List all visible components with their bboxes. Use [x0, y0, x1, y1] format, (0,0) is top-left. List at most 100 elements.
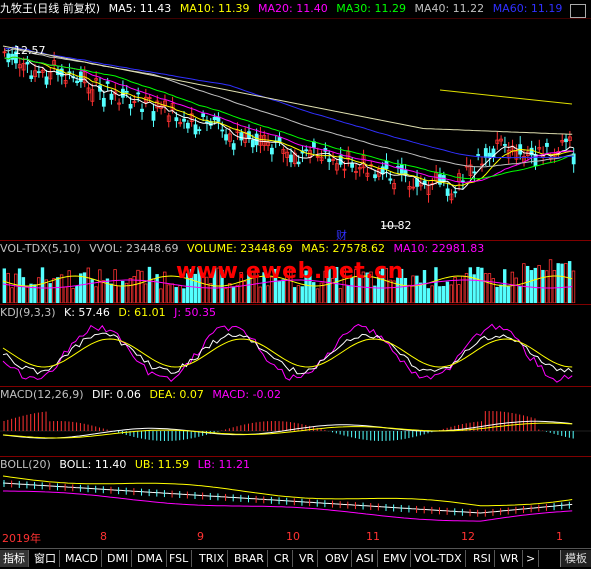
kdj-header: KDJ(9,3,3) K: 57.46 D: 61.01 J: 50.35 [0, 305, 221, 321]
volume-bar [403, 277, 408, 303]
candle-body [453, 191, 458, 194]
tab-vol-tdx[interactable]: VOL-TDX [411, 550, 466, 567]
candle-body [216, 116, 221, 122]
stock-title: 九牧王(日线 前复权) [0, 2, 101, 15]
tab-fsl[interactable]: FSL [166, 550, 193, 567]
tab-indicator[interactable]: 指标 [0, 550, 29, 567]
tab-obv[interactable]: OBV [322, 550, 353, 567]
volume-bar [483, 273, 488, 303]
volume-bar [495, 286, 499, 303]
kdj-chart[interactable] [0, 321, 591, 385]
candle-body [212, 116, 217, 121]
candle-body [350, 163, 355, 168]
kdj-k-line [2, 332, 573, 375]
high-price-label: 12.57 [14, 44, 46, 57]
volume-bar [59, 274, 64, 303]
boll-header: BOLL(20) BOLL: 11.40 UB: 11.59 LB: 11.21 [0, 457, 255, 473]
candle-body [36, 71, 41, 74]
price-candlestick-chart[interactable] [0, 18, 591, 240]
candle-body [373, 174, 377, 179]
volume-bar [434, 267, 438, 303]
volume-bar [231, 286, 236, 303]
macd-chart[interactable] [0, 403, 591, 455]
volume-bar [411, 275, 415, 303]
tab-emv[interactable]: EMV [380, 550, 411, 567]
candle-body [483, 148, 488, 158]
volume-bar [36, 277, 41, 303]
volume-bar [136, 269, 140, 303]
vol-ma5-label: MA5: 27578.62 [301, 242, 385, 255]
volume-bar [464, 273, 469, 303]
volume-bar [518, 285, 522, 303]
time-axis: 2019年 8 9 10 11 12 1 [0, 528, 591, 548]
volume-bar [143, 283, 148, 303]
candle-body [44, 76, 49, 85]
volume-bar [2, 268, 6, 303]
volume-bar [174, 287, 178, 303]
volume-bar [449, 284, 453, 303]
volume-bar [510, 271, 515, 303]
window-toggle-icon[interactable] [570, 4, 586, 18]
tab-trix[interactable]: TRIX [196, 550, 229, 567]
template-button[interactable]: 模板 [560, 550, 591, 567]
volume-bar [52, 278, 56, 303]
tab-window[interactable]: 窗口 [31, 550, 60, 567]
volume-bar [564, 263, 568, 303]
volume-bar [296, 285, 301, 303]
candle-body [25, 61, 30, 65]
volume-bar [48, 283, 52, 303]
tab-dmi[interactable]: DMI [104, 550, 133, 567]
tab-wr[interactable]: WR [497, 550, 523, 567]
macd-value-label: MACD: -0.02 [212, 388, 282, 401]
volume-bar [430, 285, 434, 303]
volume-bar [258, 286, 262, 303]
kdj-j-label: J: 50.35 [174, 306, 217, 319]
volume-bar [266, 285, 270, 303]
candle-body [289, 154, 293, 163]
kdj-indicator-label: KDJ(9,3,3) [0, 306, 56, 319]
candle-body [197, 129, 202, 131]
volume-bar [94, 286, 98, 303]
candle-body [185, 122, 190, 129]
tab-brar[interactable]: BRAR [231, 550, 268, 567]
kdj-k-label: K: 57.46 [64, 306, 110, 319]
volume-bar [128, 278, 133, 303]
volume-bar [441, 285, 446, 303]
boll-chart[interactable] [0, 473, 591, 528]
tab-more-arrow[interactable]: > [523, 550, 540, 567]
volume-bar [407, 284, 411, 303]
candle-body [201, 113, 206, 118]
candle-body [105, 81, 110, 84]
candle-body [472, 171, 477, 174]
candle-body [445, 188, 450, 196]
volume-bar [506, 286, 511, 303]
time-tick: 8 [100, 530, 107, 543]
ma60-label: MA60: 11.19 [492, 2, 563, 15]
volume-bar [44, 279, 49, 303]
volume-bar [426, 288, 431, 303]
volume-bar [159, 288, 163, 303]
time-tick: 11 [366, 530, 380, 543]
kdj-j-line [2, 323, 573, 383]
volume-label: VOLUME: 23448.69 [187, 242, 293, 255]
candle-body [380, 166, 385, 175]
volume-bar [567, 261, 572, 303]
tab-dma[interactable]: DMA [134, 550, 167, 567]
time-tick: 9 [197, 530, 204, 543]
candle-body [503, 144, 507, 146]
volume-bar [445, 281, 450, 303]
tab-vr[interactable]: VR [296, 550, 319, 567]
volume-bar [227, 283, 232, 303]
main-chart-header: 九牧王(日线 前复权) MA5: 11.43 MA10: 11.39 MA20:… [0, 1, 567, 17]
boll-lb-label: LB: 11.21 [197, 458, 250, 471]
volume-bar [147, 266, 152, 303]
volume-bar [560, 263, 564, 303]
volume-bar [338, 288, 343, 303]
low-price-label: 10.82 [380, 219, 412, 232]
tab-macd[interactable]: MACD [62, 550, 102, 567]
tab-asi[interactable]: ASI [353, 550, 378, 567]
volume-bar [151, 278, 155, 303]
volume-bar [422, 270, 427, 303]
tab-rsi[interactable]: RSI [470, 550, 495, 567]
tab-cr[interactable]: CR [271, 550, 294, 567]
